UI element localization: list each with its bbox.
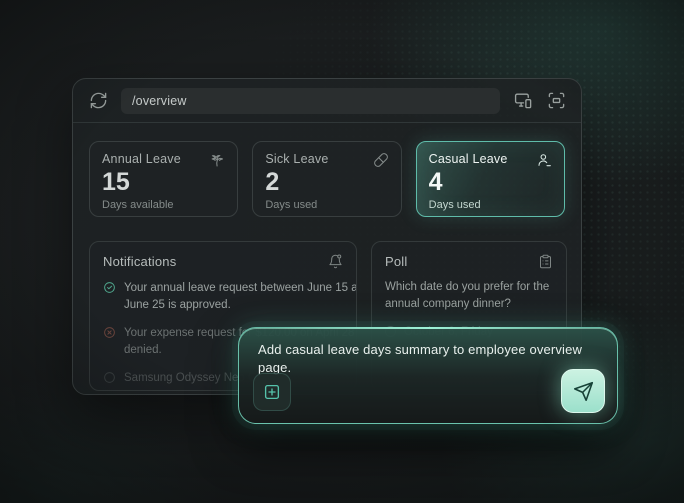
card-subtitle: Days used bbox=[429, 199, 552, 211]
refresh-icon bbox=[89, 91, 108, 110]
check-circle-icon bbox=[103, 281, 116, 294]
card-header: Annual Leave bbox=[102, 152, 225, 168]
attach-button[interactable] bbox=[253, 373, 291, 411]
palm-tree-icon bbox=[209, 152, 225, 168]
stat-cards-row: Annual Leave 15 Days available Si bbox=[89, 141, 565, 217]
fullscreen-button[interactable] bbox=[546, 91, 566, 111]
card-value: 15 bbox=[102, 169, 225, 197]
devices-button[interactable] bbox=[513, 91, 533, 111]
prompt-message[interactable]: Add casual leave days summary to employe… bbox=[258, 341, 599, 377]
card-header: Sick Leave bbox=[265, 152, 388, 168]
screen: /overview bbox=[0, 0, 684, 503]
notifications-title: Notifications bbox=[103, 254, 176, 269]
browser-toolbar: /overview bbox=[73, 79, 581, 123]
devices-icon bbox=[514, 91, 533, 110]
notification-text: Your annual leave request between June 1… bbox=[124, 280, 357, 314]
fullscreen-icon bbox=[547, 91, 566, 110]
notification-text: Samsung Odyssey Neo G your assets. bbox=[124, 370, 257, 391]
url-input[interactable]: /overview bbox=[121, 88, 500, 114]
poll-title: Poll bbox=[385, 254, 407, 269]
user-icon bbox=[536, 152, 552, 168]
card-value: 4 bbox=[429, 169, 552, 197]
card-title: Annual Leave bbox=[102, 152, 181, 166]
ai-prompt-box[interactable]: Add casual leave days summary to employe… bbox=[238, 327, 618, 424]
send-button[interactable] bbox=[561, 369, 605, 413]
refresh-button[interactable] bbox=[88, 91, 108, 111]
card-subtitle: Days used bbox=[265, 199, 388, 211]
x-circle-icon bbox=[103, 326, 116, 339]
notifications-header: Notifications bbox=[103, 254, 343, 269]
pill-icon bbox=[373, 152, 389, 168]
bell-dot-icon[interactable] bbox=[328, 254, 343, 269]
url-text: /overview bbox=[132, 94, 187, 108]
card-annual-leave[interactable]: Annual Leave 15 Days available bbox=[89, 141, 238, 217]
clipboard-list-icon bbox=[538, 254, 553, 269]
send-icon bbox=[573, 381, 594, 402]
list-item[interactable]: Your annual leave request between June 1… bbox=[103, 280, 343, 314]
poll-question: Which date do you prefer for the annual … bbox=[385, 279, 553, 314]
poll-header: Poll bbox=[385, 254, 553, 269]
square-plus-icon bbox=[263, 383, 281, 401]
card-value: 2 bbox=[265, 169, 388, 197]
card-subtitle: Days available bbox=[102, 199, 225, 211]
card-header: Casual Leave bbox=[429, 152, 552, 168]
card-title: Sick Leave bbox=[265, 152, 328, 166]
card-casual-leave[interactable]: Casual Leave 4 Days used bbox=[416, 141, 565, 217]
circle-icon bbox=[103, 371, 116, 384]
card-sick-leave[interactable]: Sick Leave 2 Days used bbox=[252, 141, 401, 217]
card-title: Casual Leave bbox=[429, 152, 508, 166]
